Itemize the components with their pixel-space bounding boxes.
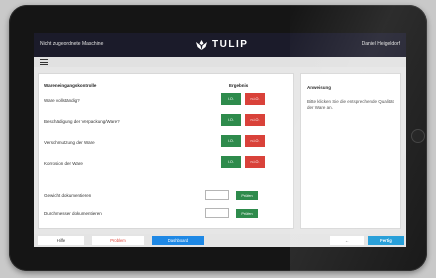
nok-button-damage[interactable]: n.i.O. <box>245 114 265 126</box>
ok-button-corrosion[interactable]: i.O. <box>221 156 241 168</box>
result-header: Ergebnis <box>229 83 249 88</box>
inspection-panel: Wareneingangskontrolle Ergebnis Ware vol… <box>38 73 294 229</box>
row-label-dirt: Verschmutzung der Ware <box>44 140 95 145</box>
row-label-damage: Beschädigung der Verpackung/Ware? <box>44 119 120 124</box>
check-diameter-button[interactable]: Prüfen <box>236 209 258 218</box>
ok-button-dirt[interactable]: i.O. <box>221 135 241 147</box>
logo-text: TULIP <box>212 39 249 50</box>
bottom-bar: Hilfe Problem Dashboard ← Fertig <box>34 234 406 247</box>
tulip-logo: TULIP <box>196 39 248 50</box>
instruction-text: Bitte klicken Sie die entsprechende Qual… <box>307 99 394 110</box>
weight-input[interactable] <box>205 190 229 200</box>
dashboard-button[interactable]: Dashboard <box>152 236 204 245</box>
measurement-label-diameter: Durchmesser dokumentieren <box>44 211 102 216</box>
machine-label: Nicht zugeordnete Maschine <box>40 41 104 47</box>
measurement-label-weight: Gewicht dokumentieren <box>44 193 92 198</box>
row-label-complete: Ware vollständig? <box>44 98 80 103</box>
home-button[interactable] <box>411 129 425 143</box>
diameter-input[interactable] <box>205 208 229 218</box>
ok-button-complete[interactable]: i.O. <box>221 93 241 105</box>
check-weight-button[interactable]: Prüfen <box>236 191 258 200</box>
app-screen: Nicht zugeordnete Maschine TULIP Daniel … <box>34 33 406 247</box>
tulip-logo-icon <box>196 39 207 50</box>
user-name[interactable]: Daniel Heigeldorf <box>362 41 400 47</box>
back-button[interactable]: ← <box>330 236 364 245</box>
nok-button-corrosion[interactable]: n.i.O. <box>245 156 265 168</box>
ok-button-damage[interactable]: i.O. <box>221 114 241 126</box>
help-button[interactable]: Hilfe <box>38 236 84 245</box>
row-label-corrosion: Korrosion der Ware <box>44 161 83 166</box>
nok-button-complete[interactable]: n.i.O. <box>245 93 265 105</box>
nok-button-dirt[interactable]: n.i.O. <box>245 135 265 147</box>
inspection-title: Wareneingangskontrolle <box>44 83 97 88</box>
menu-icon[interactable] <box>40 59 48 65</box>
toolbar <box>34 57 406 67</box>
problem-button[interactable]: Problem <box>92 236 144 245</box>
done-button[interactable]: Fertig <box>368 236 404 245</box>
top-bar: Nicht zugeordnete Maschine TULIP Daniel … <box>34 33 406 57</box>
instruction-title: Anweisung <box>307 85 332 90</box>
instruction-panel: Anweisung Bitte klicken Sie die entsprec… <box>300 73 401 229</box>
